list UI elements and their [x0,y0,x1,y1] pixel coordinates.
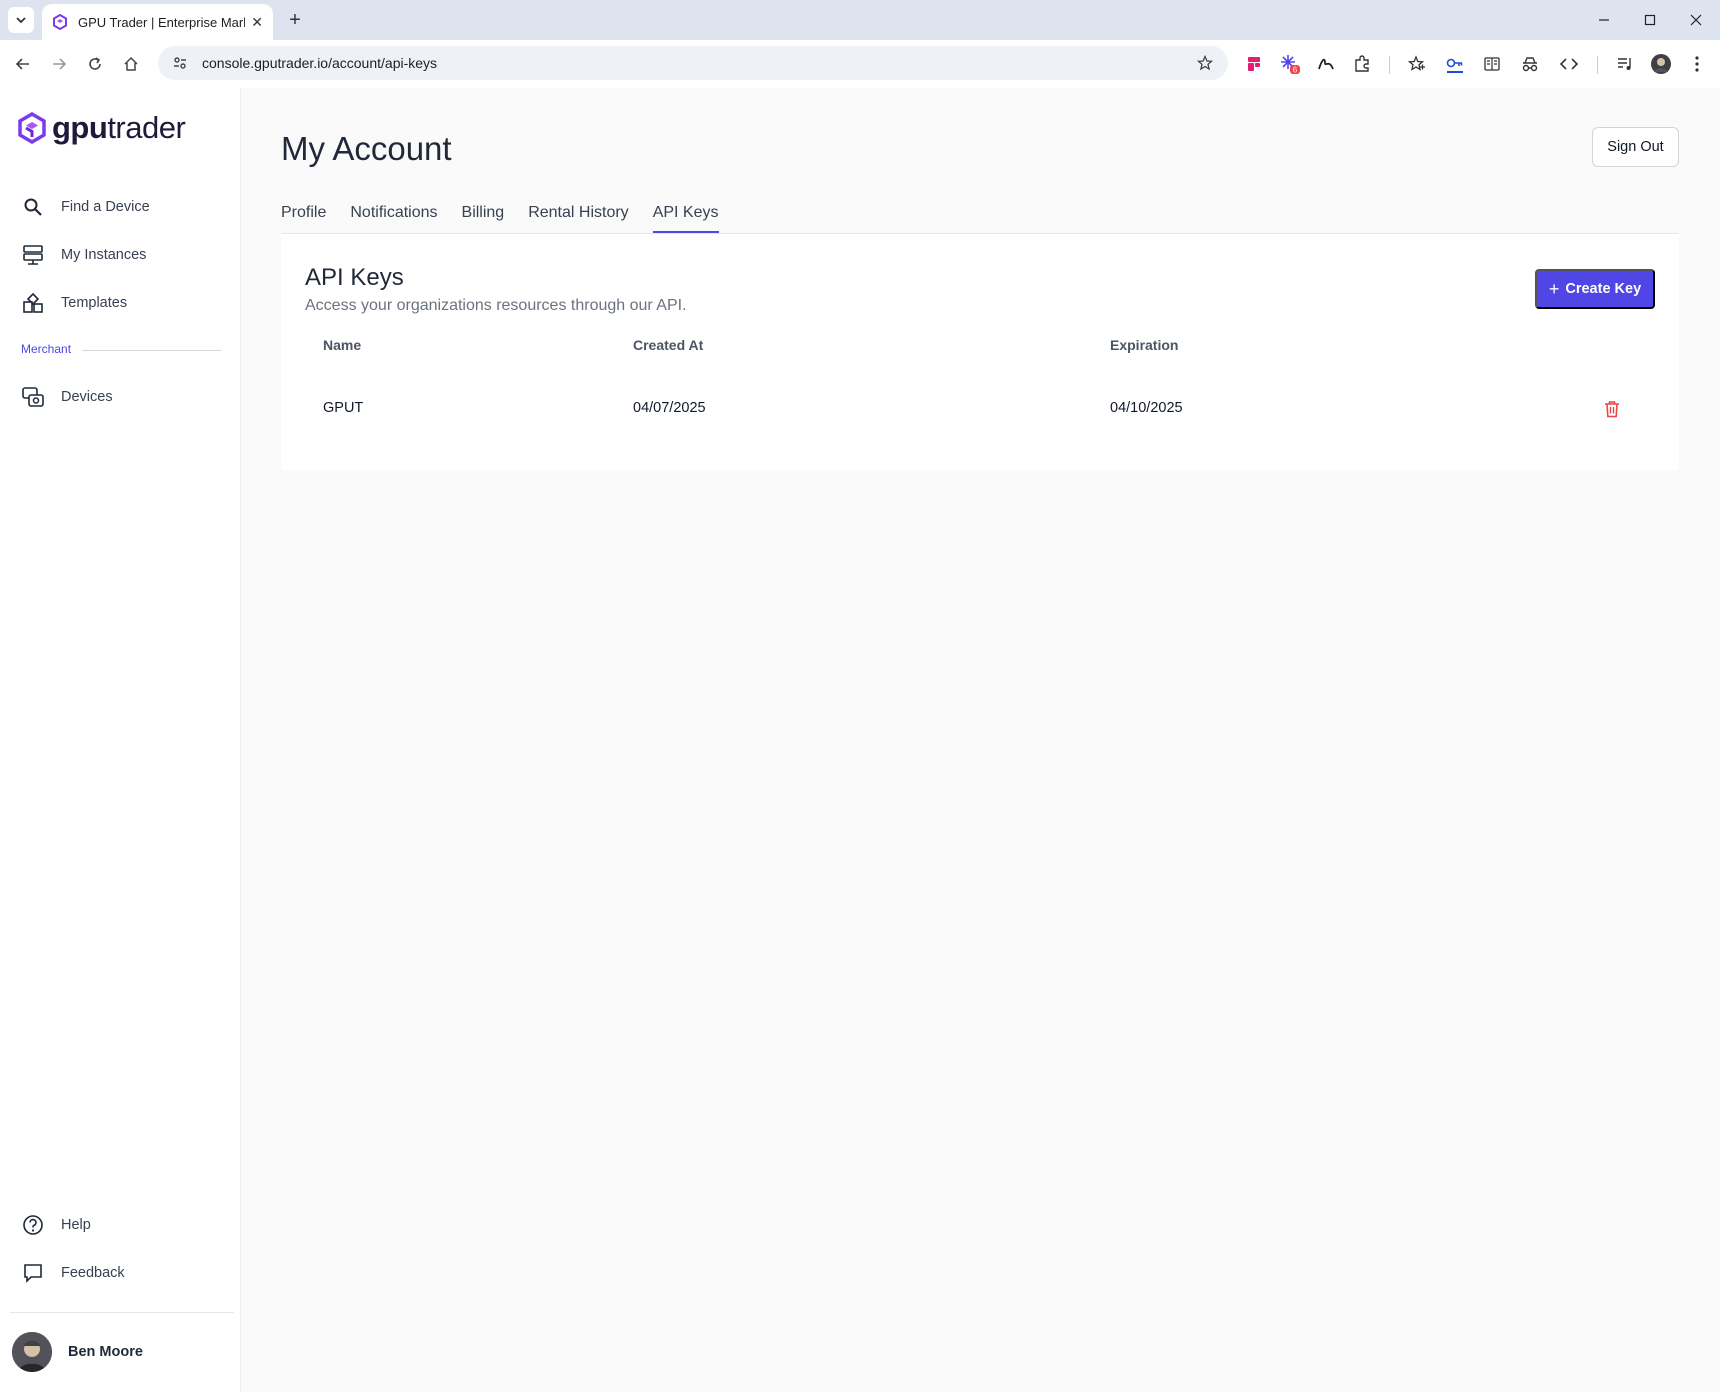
sidebar-item-label: Templates [61,295,128,311]
user-profile[interactable]: Ben Moore [12,1332,143,1372]
tab-api-keys[interactable]: API Keys [652,200,719,234]
sidebar: gputrader Find a Device My Instances Tem… [0,88,241,1392]
reload-icon [89,57,101,70]
browser-tab-active[interactable]: GPU Trader | Enterprise Marketp ✕ [42,4,273,40]
extensions-puzzle-icon[interactable] [1350,52,1374,76]
home-button[interactable] [117,50,145,78]
create-key-label: Create Key [1565,281,1642,297]
bookmark-star-icon[interactable] [1190,48,1220,78]
chevron-down-icon [16,17,26,24]
column-header-name: Name [323,337,362,353]
spark-extension-icon[interactable]: 6 [1278,52,1302,76]
code-icon[interactable] [1557,52,1581,76]
tab-profile[interactable]: Profile [281,200,326,234]
tab-notifications[interactable]: Notifications [350,200,437,234]
column-header-expiration: Expiration [1110,337,1179,353]
arrow-right-icon [53,58,67,70]
extension-badge: 6 [1293,66,1298,75]
site-settings-icon[interactable] [170,53,190,73]
key-name-cell: GPUT [323,400,364,416]
new-tab-button[interactable]: + [283,8,307,32]
templates-icon [20,290,46,316]
gputrader-logo[interactable]: gputrader [18,110,186,146]
account-tabs: Profile Notifications Billing Rental His… [281,200,743,234]
feedback-icon [20,1260,46,1286]
browser-chrome: GPU Trader | Enterprise Marketp ✕ + [0,0,1720,88]
user-name: Ben Moore [68,1344,143,1360]
sidebar-item-label: Help [61,1217,91,1233]
instances-icon [20,242,46,268]
section-divider [82,350,221,351]
sidebar-item-label: Devices [61,389,113,405]
expiration-cell: 04/10/2025 [1110,400,1183,416]
browser-toolbar: console.gputrader.io/account/api-keys 6 [0,40,1720,88]
tab-search-button[interactable] [8,7,34,33]
figma-extension-icon[interactable] [1242,52,1266,76]
search-icon [20,194,46,220]
sidebar-item-feedback[interactable]: Feedback [20,1256,230,1290]
favorites-icon[interactable] [1405,52,1429,76]
minimize-button[interactable] [1584,6,1624,34]
arrow-left-icon [15,58,29,70]
minimize-icon [1599,19,1609,21]
sidebar-item-devices[interactable]: Devices [20,380,230,414]
gputrader-logo-icon [18,112,46,144]
help-icon [20,1212,46,1238]
merchant-section-label: Merchant [21,342,72,356]
created-at-cell: 04/07/2025 [633,400,706,416]
toolbar-separator [1389,56,1390,74]
password-key-icon[interactable] [1443,52,1467,76]
sidebar-item-my-instances[interactable]: My Instances [20,238,230,272]
tab-strip: GPU Trader | Enterprise Marketp ✕ + [0,0,1720,40]
logo-text: gputrader [52,110,186,145]
browser-menu-icon[interactable] [1685,52,1709,76]
sidebar-item-label: Feedback [61,1265,125,1281]
forward-button[interactable] [45,50,73,78]
sidebar-item-help[interactable]: Help [20,1208,230,1242]
api-keys-subtitle: Access your organizations resources thro… [305,297,687,314]
avatar [12,1332,52,1372]
sidebar-item-label: Find a Device [61,199,150,215]
home-icon [124,56,138,71]
profile-avatar-icon[interactable] [1649,52,1673,76]
sidebar-item-templates[interactable]: Templates [20,286,230,320]
url-text[interactable]: console.gputrader.io/account/api-keys [202,55,1190,71]
gputrader-favicon-icon [53,14,67,30]
delete-key-button[interactable] [1601,398,1623,420]
maximize-icon [1644,14,1656,26]
tab-rental-history[interactable]: Rental History [528,200,628,234]
incognito-icon[interactable] [1518,52,1542,76]
api-keys-card: API Keys Access your organizations resou… [281,234,1679,470]
column-header-created-at: Created At [633,337,704,353]
signature-extension-icon[interactable] [1314,52,1338,76]
media-control-icon[interactable] [1613,52,1637,76]
close-window-button[interactable] [1676,6,1716,34]
trash-icon [1605,401,1619,418]
close-icon [1690,14,1702,26]
reading-list-icon[interactable] [1480,52,1504,76]
sidebar-item-label: My Instances [61,247,147,263]
maximize-button[interactable] [1630,6,1670,34]
tab-billing[interactable]: Billing [462,200,505,234]
toolbar-separator [1597,56,1598,74]
devices-icon [20,384,46,410]
tab-title: GPU Trader | Enterprise Marketp [78,14,245,30]
sign-out-button[interactable]: Sign Out [1592,127,1679,167]
tab-close-icon[interactable]: ✕ [251,14,263,31]
page-title: My Account [281,130,452,167]
reload-button[interactable] [81,50,109,78]
sidebar-item-find-a-device[interactable]: Find a Device [20,190,230,224]
create-key-button[interactable]: + Create Key [1535,269,1655,309]
plus-icon: + [1548,279,1560,299]
back-button[interactable] [9,50,37,78]
address-bar[interactable]: console.gputrader.io/account/api-keys [158,46,1228,80]
user-divider [10,1312,234,1313]
api-keys-title: API Keys [305,264,404,291]
